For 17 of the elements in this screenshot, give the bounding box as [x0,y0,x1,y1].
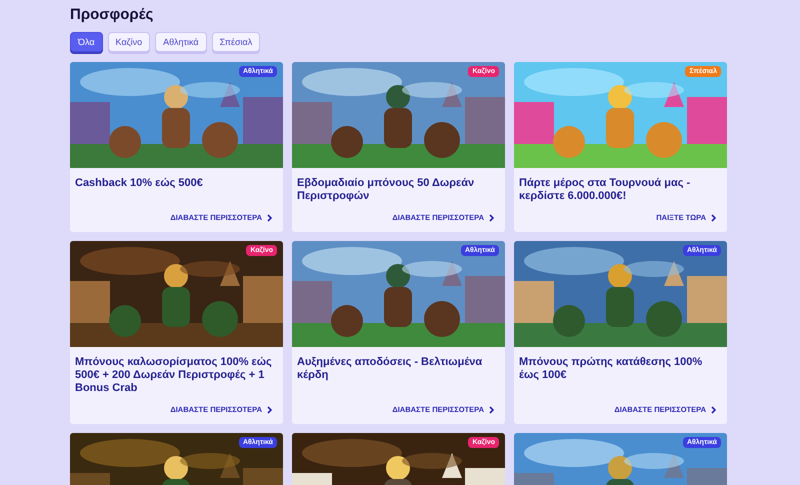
chevron-icon [711,406,716,414]
offer-title: Μπόνους καλωσορίσματος 100% εώς 500€ + 200 Δωρεάν Περιστροφές + 1 Bonus Crab [75,356,273,395]
chevron-icon [267,406,272,414]
chevron-icon [711,214,716,222]
page-title: Προσφορές [70,6,154,24]
chevron-icon [267,214,272,222]
offer-title: Cashback 10% εώς 500€ [75,177,204,191]
offer-title: Μπόνους πρώτης κατάθεσης 100% έως 100€ [519,356,704,383]
filter-tab[interactable]: Καζίνο [108,32,150,52]
filter-tab[interactable]: Αθλητικά [155,32,207,52]
chevron-icon [489,406,494,414]
offer-title: Αυξημένες αποδόσεις - Βελτιωμένα κέρδη [297,356,484,383]
offer-title: Εβδομαδιαίο μπόνους 50 Δωρεάν Περιστροφών [297,177,476,203]
filter-tab[interactable]: Όλα [70,32,103,52]
offer-title: Πάρτε μέρος στα Τουρνουά μας - κερδίστε 6.000.000€! [519,177,692,203]
filter-tab[interactable]: Σπέσιαλ [212,32,260,52]
chevron-icon [489,214,494,222]
